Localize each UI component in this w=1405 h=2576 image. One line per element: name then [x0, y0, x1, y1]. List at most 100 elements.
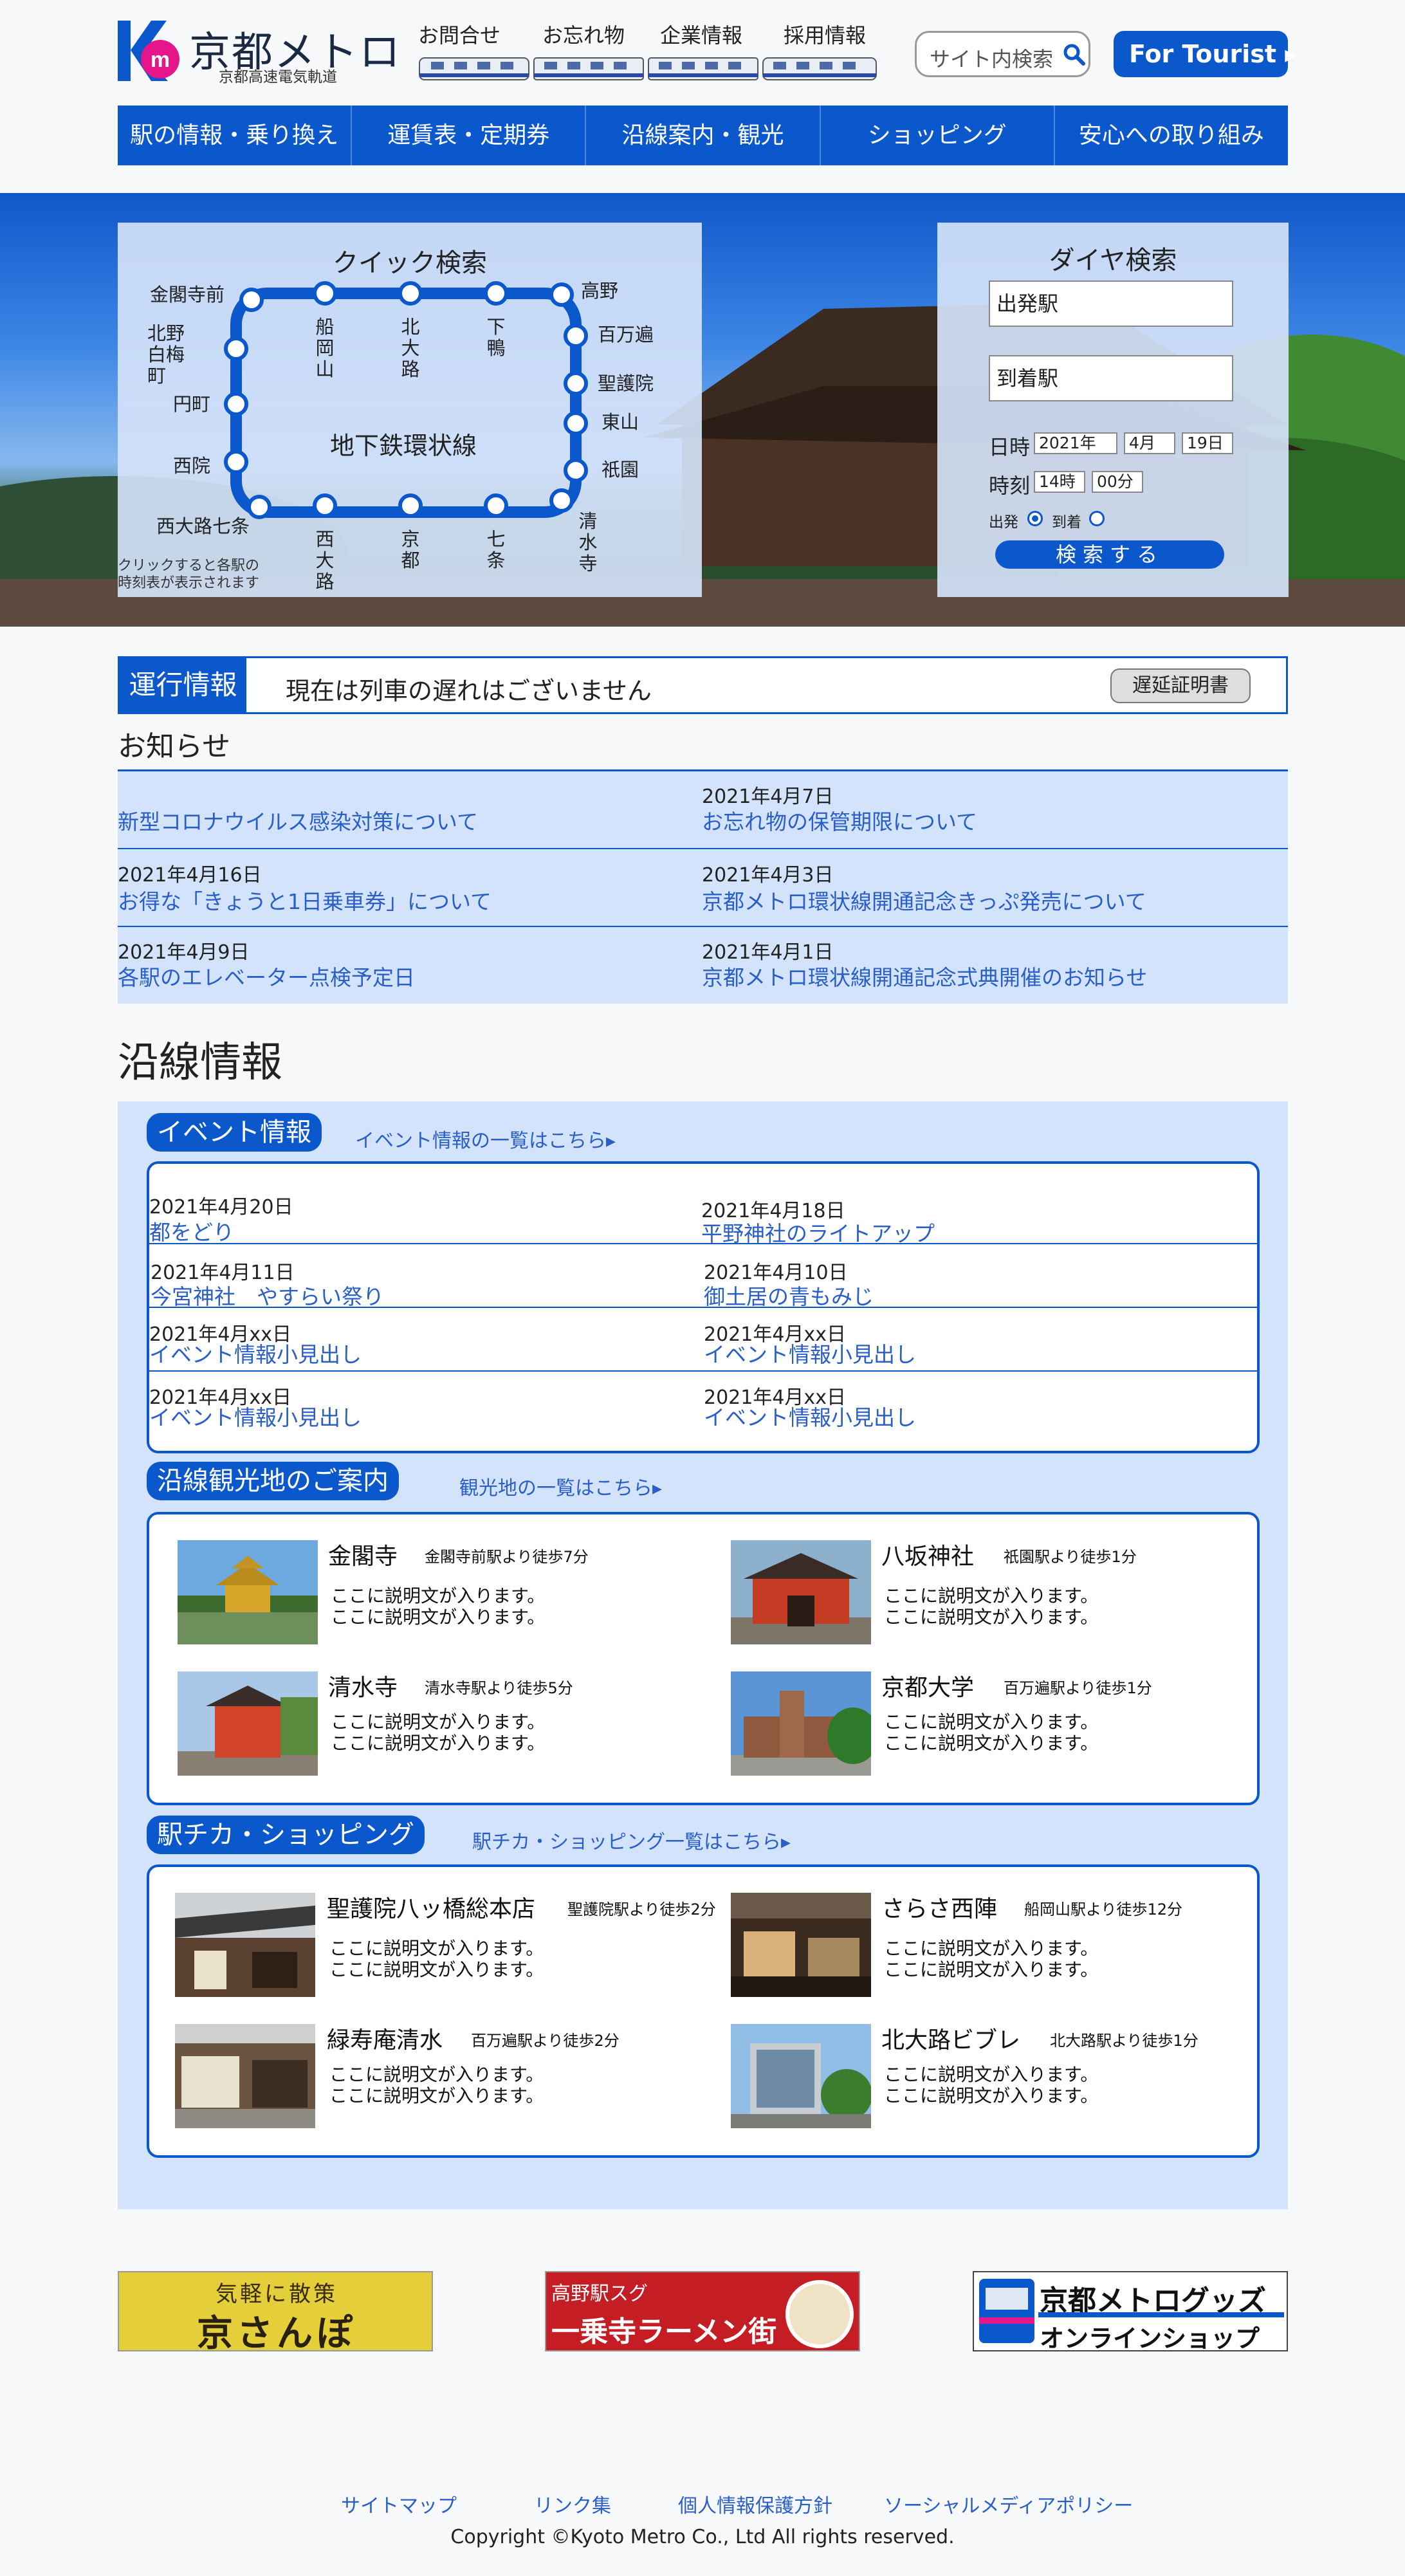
- event-title[interactable]: 御土居の青もみじ: [704, 1280, 874, 1311]
- logo-mark[interactable]: m: [118, 21, 185, 81]
- shopping-more-link[interactable]: 駅チカ・ショッピング一覧はこちら▸: [472, 1826, 791, 1854]
- shop-description: ここに説明文が入ります。: [884, 2085, 1099, 2106]
- line-info-heading: 沿線情報: [118, 1039, 282, 1087]
- nav-sightseeing[interactable]: 沿線案内・観光: [586, 106, 821, 165]
- station-kinkakujimae[interactable]: 金閣寺前: [150, 284, 225, 306]
- depart-radio[interactable]: [1027, 511, 1043, 526]
- station-funaokayama[interactable]: 船岡山: [314, 317, 336, 380]
- footer-sitemap-link[interactable]: サイトマップ: [341, 2490, 457, 2518]
- yasaka-shrine-photo[interactable]: [731, 1540, 871, 1644]
- departure-station-input[interactable]: 出発駅: [989, 281, 1233, 327]
- hour-select[interactable]: 14時: [1034, 471, 1085, 493]
- event-title[interactable]: 都をどり: [149, 1215, 234, 1246]
- spot-name[interactable]: 八坂神社: [881, 1538, 974, 1571]
- footer-social-policy-link[interactable]: ソーシャルメディアポリシー: [884, 2490, 1133, 2518]
- footer-links-link[interactable]: リンク集: [534, 2490, 611, 2518]
- footer-privacy-link[interactable]: 個人情報保護方針: [678, 2490, 832, 2518]
- shop-walk-time: 聖護院駅より徒歩2分: [567, 1900, 716, 1918]
- events-more-link[interactable]: イベント情報の一覧はこちら▸: [355, 1125, 616, 1153]
- station-gion[interactable]: 祇園: [601, 459, 639, 481]
- kitaoji-vivre-photo[interactable]: [731, 2024, 872, 2128]
- station-nishioji-shichijo[interactable]: 西大路七条: [156, 516, 250, 537]
- site-search-input[interactable]: サイト内検索: [915, 31, 1090, 77]
- search-icon[interactable]: [1061, 42, 1087, 68]
- nav-fares[interactable]: 運賃表・定期券: [352, 106, 587, 165]
- search-placeholder: サイト内検索: [930, 47, 1054, 71]
- news-item-title[interactable]: お得な「きょうと1日乗車券」について: [118, 885, 491, 915]
- ryokujuan-shimizu-photo[interactable]: [175, 2024, 315, 2128]
- for-tourist-button[interactable]: For Tourist ▸: [1114, 31, 1297, 77]
- loop-line-name: 地下鉄環状線: [330, 432, 477, 460]
- kyoto-university-photo[interactable]: [731, 1671, 879, 1776]
- news-list: 新型コロナウイルス感染対策について 2021年4月7日 お忘れ物の保管期限につい…: [118, 769, 1288, 1004]
- station-kyoto[interactable]: 京都: [399, 529, 421, 571]
- event-title[interactable]: 平野神社のライトアップ: [701, 1217, 935, 1247]
- arrive-radio[interactable]: [1089, 511, 1105, 526]
- station-emmachi[interactable]: 円町: [173, 394, 210, 415]
- event-title[interactable]: イベント情報小見出し: [149, 1401, 362, 1431]
- spot-description: ここに説明文が入ります。: [884, 1733, 1099, 1754]
- year-select[interactable]: 2021年: [1034, 432, 1117, 454]
- operation-info-label: 運行情報: [120, 658, 246, 712]
- station-nishioji[interactable]: 西大路: [314, 529, 336, 593]
- nav-station-info[interactable]: 駅の情報・乗り換え: [118, 106, 353, 165]
- delay-certificate-button[interactable]: 遅延証明書: [1110, 668, 1251, 703]
- news-item-title[interactable]: 京都メトロ環状線開通記念きっぷ発売について: [702, 885, 1146, 915]
- contact-link[interactable]: お問合せ: [418, 19, 500, 49]
- nav-safety[interactable]: 安心への取り組み: [1055, 106, 1288, 165]
- kinkakuji-photo[interactable]: [178, 1540, 318, 1644]
- shogoin-yatsuhashi-photo[interactable]: [175, 1893, 315, 1997]
- lost-items-link[interactable]: お忘れ物: [542, 19, 625, 49]
- spot-name[interactable]: 金閣寺: [328, 1538, 398, 1571]
- station-saiin[interactable]: 西院: [173, 455, 210, 477]
- arrival-station-input[interactable]: 到着駅: [989, 355, 1233, 401]
- shop-name[interactable]: 聖護院八ッ橋総本店: [327, 1890, 535, 1924]
- event-title[interactable]: イベント情報小見出し: [704, 1338, 916, 1368]
- event-title[interactable]: イベント情報小見出し: [149, 1338, 362, 1368]
- station-kiyomizudera[interactable]: 清水寺: [577, 511, 599, 575]
- station-shimogamo[interactable]: 下鴨: [485, 317, 507, 359]
- day-select[interactable]: 19日: [1182, 432, 1233, 454]
- news-heading: お知らせ: [118, 730, 231, 763]
- station-kitano-hakubaicho[interactable]: 北野白梅町: [147, 323, 225, 387]
- station-shichijo[interactable]: 七条: [485, 529, 507, 571]
- minute-select[interactable]: 00分: [1092, 471, 1143, 493]
- recruit-link[interactable]: 採用情報: [784, 19, 866, 49]
- shop-name[interactable]: 北大路ビブレ: [881, 2021, 1020, 2055]
- timetable-search-button[interactable]: 検索する: [995, 540, 1224, 569]
- kiyomizudera-photo[interactable]: [178, 1671, 318, 1776]
- ichijoji-ramen-banner[interactable]: 高野駅スグ 一乗寺ラーメン街: [545, 2271, 860, 2351]
- shop-name[interactable]: さらさ西陣: [881, 1890, 997, 1924]
- station-kitano-hakubaicho-label: 北野白梅町: [147, 322, 185, 387]
- news-item-date: 2021年4月16日: [118, 864, 262, 887]
- event-title[interactable]: イベント情報小見出し: [704, 1401, 916, 1431]
- shop-name[interactable]: 緑寿庵清水: [327, 2021, 443, 2055]
- station-shogoin[interactable]: 聖護院: [598, 373, 654, 394]
- shop-description: ここに説明文が入ります。: [884, 1959, 1099, 1980]
- operation-status-message: 現在は列車の遅れはございません: [286, 677, 652, 705]
- month-select[interactable]: 4月: [1124, 432, 1175, 454]
- shop-description: ここに説明文が入ります。: [884, 2064, 1099, 2085]
- logo-subtitle: 京都高速電気軌道: [219, 69, 337, 86]
- metro-goods-banner[interactable]: 京都メトログッズ オンラインショップ: [973, 2271, 1288, 2353]
- station-hyakumanben[interactable]: 百万遍: [598, 324, 654, 345]
- news-item-title[interactable]: 新型コロナウイルス感染対策について: [118, 805, 478, 836]
- timetable-search-panel: ダイヤ検索 出発駅 到着駅 日時 2021年 4月 19日 時刻 14時 00分…: [937, 223, 1289, 597]
- kyo-sanpo-banner[interactable]: 気軽に散策 京さんぽ: [118, 2271, 433, 2355]
- spot-name[interactable]: 清水寺: [328, 1669, 398, 1702]
- spot-name[interactable]: 京都大学: [881, 1669, 974, 1702]
- news-item-title[interactable]: お忘れ物の保管期限について: [702, 805, 977, 836]
- sarasa-nishijin-photo[interactable]: [731, 1893, 871, 1997]
- spot-walk-time: 金閣寺前駅より徒歩7分: [425, 1548, 589, 1566]
- station-higashiyama[interactable]: 東山: [601, 412, 639, 433]
- ramen-subtitle: 高野駅スグ: [551, 2283, 648, 2305]
- news-item-title[interactable]: 京都メトロ環状線開通記念式典開催のお知らせ: [702, 961, 1147, 991]
- news-item-title[interactable]: 各駅のエレベーター点検予定日: [118, 961, 415, 991]
- sightseeing-more-link[interactable]: 観光地の一覧はこちら▸: [459, 1472, 662, 1500]
- event-title[interactable]: 今宮神社 やすらい祭り: [151, 1280, 384, 1311]
- spot-description: ここに説明文が入ります。: [331, 1585, 546, 1606]
- nav-shopping[interactable]: ショッピング: [821, 106, 1055, 165]
- station-kitaoji[interactable]: 北大路: [399, 317, 421, 380]
- station-takano[interactable]: 高野: [581, 281, 618, 302]
- company-info-link[interactable]: 企業情報: [660, 19, 742, 49]
